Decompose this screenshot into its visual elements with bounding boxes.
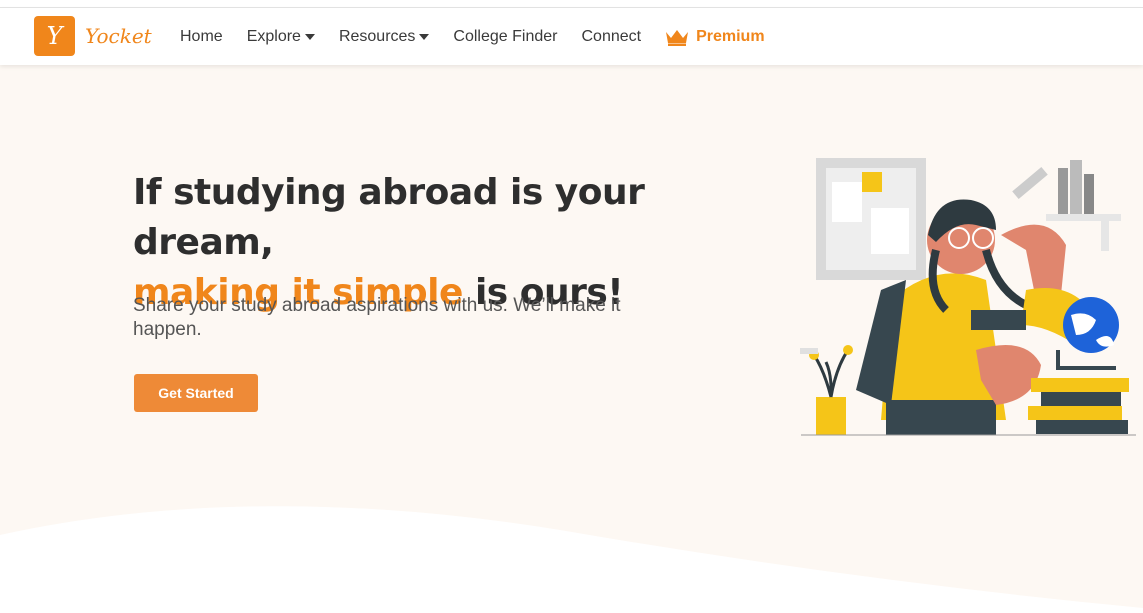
- logo-mark: Y: [34, 16, 75, 56]
- logo-wordmark: Yocket: [85, 24, 152, 48]
- crown-icon: [666, 29, 689, 46]
- nav-connect-label: Connect: [581, 27, 642, 45]
- nav-premium-label: Premium: [696, 27, 765, 45]
- nav-college-finder[interactable]: College Finder: [453, 28, 557, 46]
- nav-connect[interactable]: Connect: [581, 28, 641, 46]
- hero-subtitle: Share your study abroad aspirations with…: [133, 295, 621, 340]
- nav-explore-dropdown[interactable]: Explore: [247, 28, 315, 46]
- student-illustration: [800, 158, 1136, 436]
- nav-resources-label: Resources: [338, 27, 416, 45]
- nav-home-label: Home: [180, 27, 223, 45]
- caret-down-icon: [419, 33, 430, 40]
- main-nav: Home Explore Resources College Finder Co…: [180, 8, 789, 65]
- nav-premium[interactable]: Premium: [665, 27, 765, 46]
- yocket-logo[interactable]: Y Yocket: [34, 16, 152, 56]
- hero-title-line1: If studying abroad is your dream,: [133, 172, 645, 263]
- nav-explore-label: Explore: [246, 27, 301, 45]
- navbar: Y Yocket Home Explore Resources College …: [0, 8, 1143, 65]
- hero-wave-divider: [0, 506, 1143, 613]
- nav-resources-dropdown[interactable]: Resources: [338, 27, 430, 46]
- browser-top-edge: [0, 0, 1143, 8]
- nav-college-finder-label: College Finder: [453, 27, 558, 45]
- nav-home[interactable]: Home: [180, 28, 223, 46]
- get-started-button[interactable]: Get Started: [134, 374, 258, 412]
- caret-down-icon: [304, 33, 315, 40]
